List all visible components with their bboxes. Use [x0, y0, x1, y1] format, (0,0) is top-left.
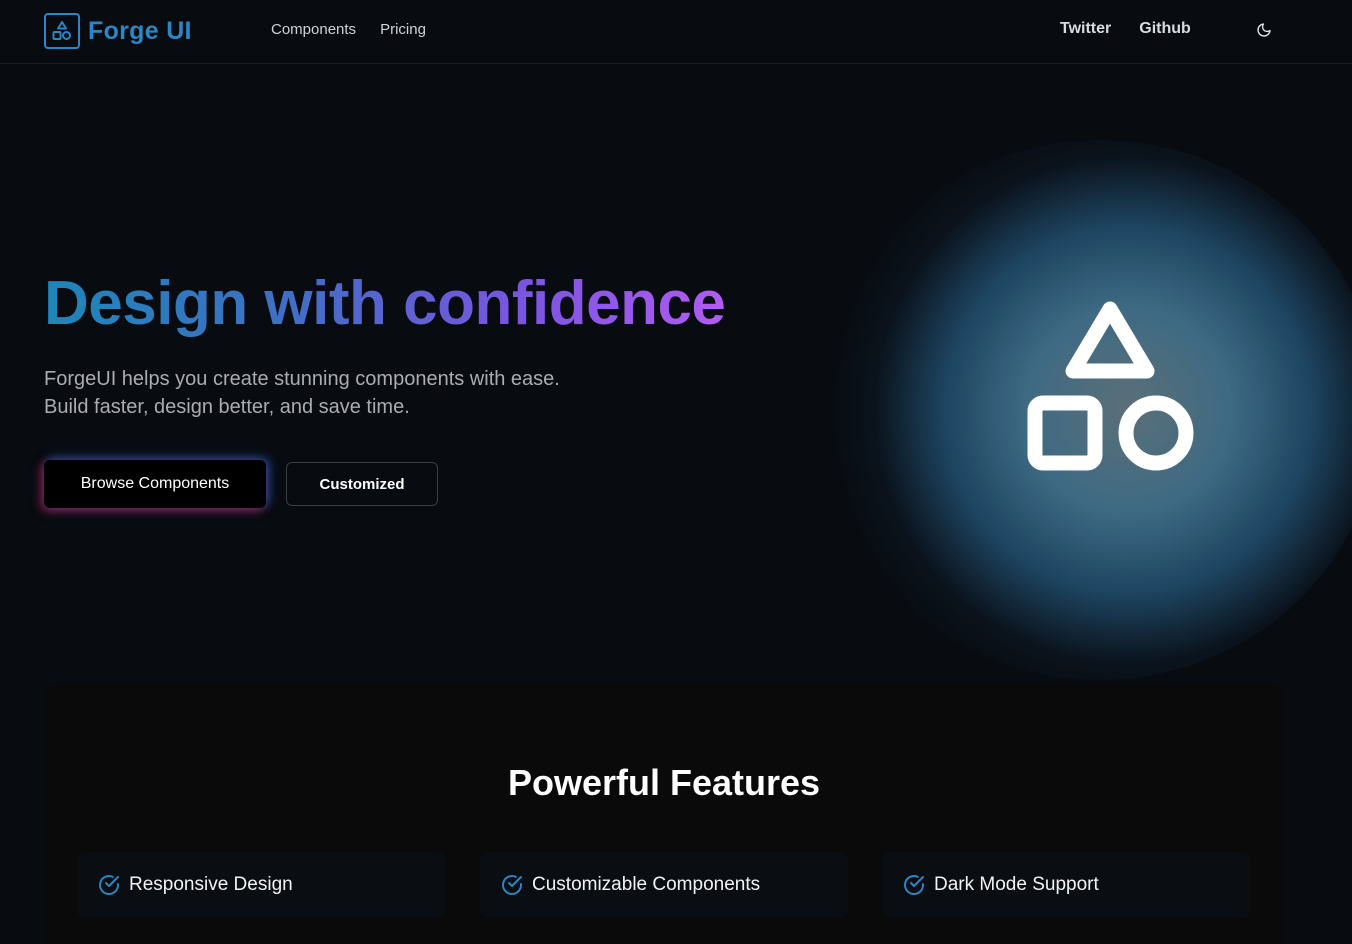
- shapes-icon: [1020, 295, 1200, 475]
- check-circle-icon: [500, 873, 524, 902]
- nav-link-twitter[interactable]: Twitter: [1060, 20, 1111, 38]
- top-nav: Forge UI Components Pricing Twitter Gith…: [0, 0, 1352, 64]
- hero-title: Design with confidence: [44, 269, 726, 338]
- check-circle-icon: [902, 873, 926, 902]
- customized-button[interactable]: Customized: [286, 462, 438, 506]
- features-title: Powerful Features: [507, 762, 821, 803]
- feature-card-customizable: Customizable Components: [480, 852, 848, 918]
- nav-link-github[interactable]: Github: [1139, 20, 1191, 38]
- hero-subtitle: ForgeUI helps you create stunning compon…: [44, 365, 664, 421]
- shapes-icon: [44, 13, 80, 49]
- primary-nav: Components Pricing: [271, 21, 426, 38]
- landing-page: Forge UI Components Pricing Twitter Gith…: [0, 0, 1352, 944]
- nav-link-components[interactable]: Components: [271, 21, 356, 38]
- hero-subtitle-line-2: Build faster, design better, and save ti…: [44, 396, 410, 418]
- hero-subtitle-line-1: ForgeUI helps you create stunning compon…: [44, 368, 560, 390]
- nav-link-pricing[interactable]: Pricing: [380, 21, 426, 38]
- social-nav: Twitter Github: [1060, 20, 1191, 38]
- feature-label: Customizable Components: [532, 874, 761, 895]
- moon-icon: [1256, 22, 1272, 43]
- feature-card-dark-mode: Dark Mode Support: [882, 852, 1250, 918]
- brand-name: Forge UI: [88, 16, 192, 45]
- brand-logo-link[interactable]: Forge UI: [44, 13, 192, 49]
- feature-card-responsive: Responsive Design: [77, 852, 445, 918]
- features-section: Powerful Features Responsive Design Cust…: [43, 684, 1285, 944]
- feature-label: Dark Mode Support: [934, 874, 1099, 895]
- check-circle-icon: [97, 873, 121, 902]
- theme-toggle-button[interactable]: [1252, 20, 1276, 44]
- browse-components-button[interactable]: Browse Components: [44, 460, 266, 508]
- feature-label: Responsive Design: [129, 874, 293, 895]
